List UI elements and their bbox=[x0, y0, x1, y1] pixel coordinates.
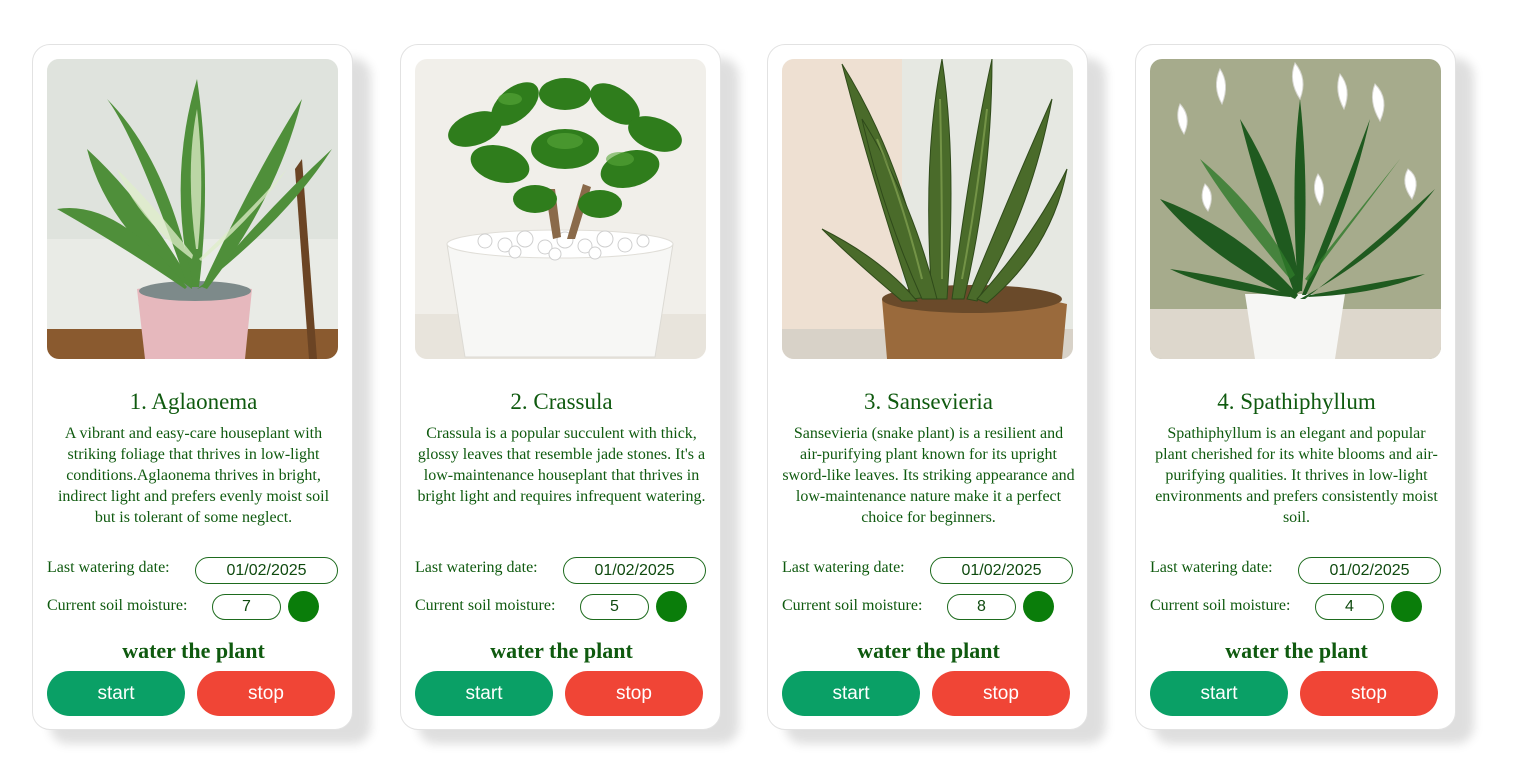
sansevieria-photo bbox=[782, 59, 1073, 359]
soil-moisture-label: Current soil moisture: bbox=[415, 597, 556, 614]
stop-watering-button[interactable]: stop bbox=[197, 671, 335, 716]
crassula-photo bbox=[415, 59, 706, 359]
plant-card-sansevieria: 3. Sansevieria Sansevieria (snake plant)… bbox=[767, 44, 1088, 730]
soil-moisture-field[interactable]: 5 bbox=[580, 594, 649, 620]
water-the-plant-heading: water the plant bbox=[490, 638, 633, 663]
moisture-status-indicator bbox=[1023, 591, 1054, 622]
plant-description: Crassula is a popular succulent with thi… bbox=[417, 425, 706, 505]
soil-moisture-field[interactable]: 7 bbox=[212, 594, 281, 620]
last-watering-label: Last watering date: bbox=[415, 559, 538, 576]
moisture-status-indicator bbox=[1391, 591, 1422, 622]
water-the-plant-heading: water the plant bbox=[1225, 638, 1368, 663]
plant-description: A vibrant and easy-care houseplant with … bbox=[57, 425, 330, 526]
soil-moisture-label: Current soil moisture: bbox=[782, 597, 923, 614]
moisture-status-indicator bbox=[288, 591, 319, 622]
plant-title: 2. Crassula bbox=[510, 389, 613, 414]
last-watering-label: Last watering date: bbox=[1150, 559, 1273, 576]
last-watering-date-field[interactable]: 01/02/2025 bbox=[930, 557, 1073, 584]
plant-description: Sansevieria (snake plant) is a resilient… bbox=[782, 425, 1075, 526]
plant-cards: 1. Aglaonema A vibrant and easy-care hou… bbox=[32, 44, 1492, 744]
water-the-plant-heading: water the plant bbox=[122, 638, 265, 663]
start-watering-button[interactable]: start bbox=[47, 671, 185, 716]
water-the-plant-heading: water the plant bbox=[857, 638, 1000, 663]
plant-card-crassula: 2. Crassula Crassula is a popular succul… bbox=[400, 44, 721, 730]
stop-watering-button[interactable]: stop bbox=[932, 671, 1070, 716]
start-watering-button[interactable]: start bbox=[1150, 671, 1288, 716]
plant-card-spathiphyllum: 4. Spathiphyllum Spathiphyllum is an ele… bbox=[1135, 44, 1456, 730]
soil-moisture-label: Current soil moisture: bbox=[1150, 597, 1291, 614]
last-watering-date-field[interactable]: 01/02/2025 bbox=[563, 557, 706, 584]
plant-card-aglaonema: 1. Aglaonema A vibrant and easy-care hou… bbox=[32, 44, 353, 730]
last-watering-label: Last watering date: bbox=[47, 559, 170, 576]
moisture-status-indicator bbox=[656, 591, 687, 622]
stop-watering-button[interactable]: stop bbox=[1300, 671, 1438, 716]
soil-moisture-field[interactable]: 4 bbox=[1315, 594, 1384, 620]
last-watering-label: Last watering date: bbox=[782, 559, 905, 576]
plant-title: 3. Sansevieria bbox=[863, 389, 993, 414]
stop-watering-button[interactable]: stop bbox=[565, 671, 703, 716]
last-watering-date-field[interactable]: 01/02/2025 bbox=[195, 557, 338, 584]
soil-moisture-field[interactable]: 8 bbox=[947, 594, 1016, 620]
soil-moisture-label: Current soil moisture: bbox=[47, 597, 188, 614]
spathiphyllum-photo bbox=[1150, 59, 1441, 359]
start-watering-button[interactable]: start bbox=[782, 671, 920, 716]
last-watering-date-field[interactable]: 01/02/2025 bbox=[1298, 557, 1441, 584]
plant-title: 1. Aglaonema bbox=[129, 389, 258, 414]
plant-description: Spathiphyllum is an elegant and popular … bbox=[1155, 425, 1438, 526]
start-watering-button[interactable]: start bbox=[415, 671, 553, 716]
aglaonema-photo bbox=[47, 59, 338, 359]
plant-title: 4. Spathiphyllum bbox=[1217, 389, 1376, 414]
